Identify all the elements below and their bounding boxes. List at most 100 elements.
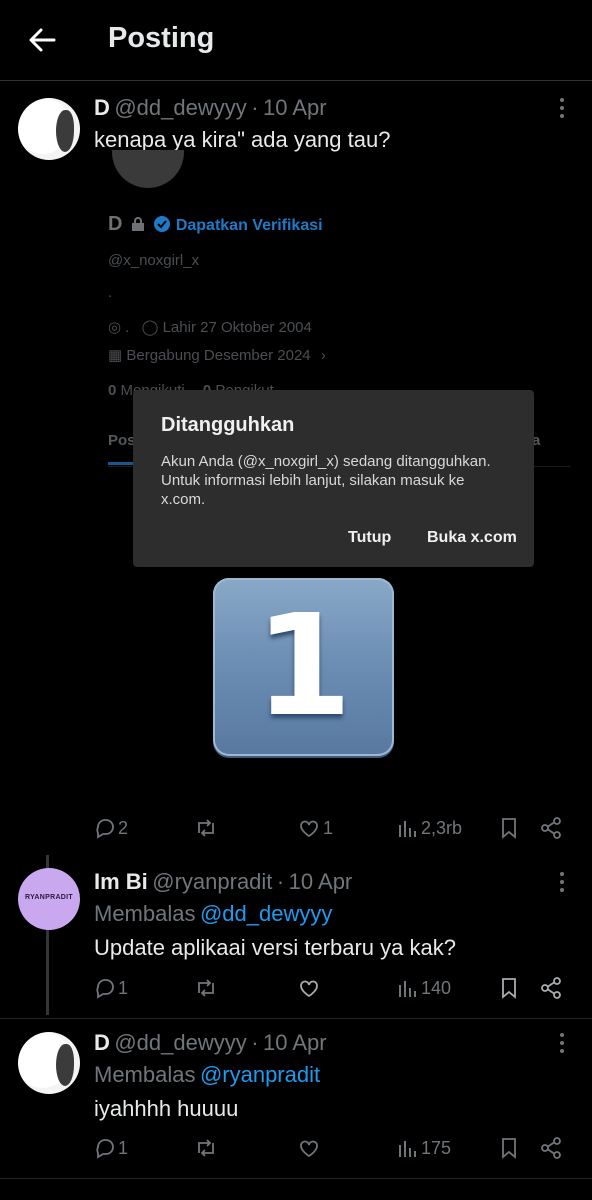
repost-icon (198, 979, 214, 997)
like-button[interactable]: 1 (298, 817, 333, 844)
repost-button[interactable] (194, 977, 218, 1004)
dialog-open-button[interactable]: Buka x.com (427, 529, 517, 547)
repost-icon (198, 1139, 214, 1157)
reply-count: 1 (118, 1138, 129, 1158)
dialog-message: Akun Anda (@x_noxgirl_x) sedang ditanggu… (161, 453, 491, 508)
divider (0, 1018, 592, 1019)
like-button[interactable] (298, 977, 320, 1004)
suspended-dialog: Ditangguhkan Akun Anda (@x_noxgirl_x) se… (133, 390, 534, 567)
verified-badge-icon (153, 215, 171, 238)
chevron-right-icon: › (320, 347, 326, 364)
heart-icon (300, 820, 318, 838)
screenshot-handle: @x_noxgirl_x (108, 252, 200, 269)
reply-button[interactable]: 2 (94, 817, 128, 844)
heart-icon (300, 1140, 318, 1158)
avatar-text: RYANPRADIT (25, 894, 73, 901)
author-handle[interactable]: @dd_dewyyy (114, 1030, 246, 1055)
bookmark-icon[interactable] (500, 817, 518, 844)
reply-author-line: D @dd_dewyyy · 10 Apr (94, 1030, 327, 1056)
screenshot-location: . (125, 319, 130, 336)
avatar[interactable] (18, 98, 80, 160)
like-count: 1 (323, 818, 334, 838)
replying-to-label: Membalas (94, 901, 196, 926)
location-icon: ◎ (108, 319, 122, 336)
dialog-title: Ditangguhkan (161, 414, 295, 436)
views-count: 140 (421, 978, 452, 998)
keycap-one-emoji: 1 (213, 578, 394, 756)
divider (0, 1178, 592, 1179)
replying-to-link[interactable]: @ryanpradit (200, 1062, 320, 1087)
following-count: 0 (108, 382, 117, 396)
reply-count: 1 (118, 978, 129, 998)
calendar-icon: ▦ (108, 347, 123, 364)
replying-to: Membalas @dd_dewyyy (94, 901, 332, 927)
author-handle[interactable]: @dd_dewyyy (114, 95, 246, 120)
screenshot-joined-text: Bergabung Desember 2024 (126, 347, 311, 364)
page-title: Posting (108, 22, 215, 54)
post-action-bar: 1 140 (94, 975, 574, 1003)
reply-icon (96, 979, 114, 999)
post-author-line: D @dd_dewyyy · 10 Apr (94, 95, 327, 121)
more-options-icon[interactable] (552, 96, 572, 120)
bookmark-icon[interactable] (500, 1137, 518, 1164)
more-options-icon[interactable] (552, 1031, 572, 1055)
bookmark-icon[interactable] (500, 977, 518, 1004)
post-action-bar: 1 175 (94, 1135, 574, 1163)
back-arrow-icon[interactable] (24, 22, 60, 58)
views-button[interactable]: 140 (397, 977, 451, 1004)
screenshot-joined: ▦ Bergabung Desember 2024 › (108, 346, 326, 364)
avatar[interactable]: RYANPRADIT (18, 868, 80, 930)
reply-button[interactable]: 1 (94, 1137, 128, 1164)
author-name[interactable]: D (94, 1030, 110, 1055)
avatar[interactable] (18, 1032, 80, 1094)
reply-count: 2 (118, 818, 129, 838)
top-bar: Posting (0, 0, 592, 81)
birthday-icon: ◯ (141, 319, 159, 336)
reply-button[interactable]: 1 (94, 977, 128, 1004)
reply-icon (96, 819, 114, 839)
repost-icon (198, 819, 214, 837)
post-date[interactable]: 10 Apr (289, 869, 353, 894)
dialog-close-button[interactable]: Tutup (348, 529, 391, 547)
share-icon[interactable] (540, 1137, 562, 1164)
like-button[interactable] (298, 1137, 320, 1164)
share-icon[interactable] (540, 977, 562, 1004)
separator: · (251, 95, 259, 120)
author-name[interactable]: Im Bi (94, 869, 148, 894)
post-date[interactable]: 10 Apr (263, 1030, 327, 1055)
views-chart-icon (399, 981, 416, 997)
views-count: 2,3rb (421, 818, 463, 838)
author-handle[interactable]: @ryanpradit (152, 869, 272, 894)
share-icon[interactable] (540, 817, 562, 844)
replying-to: Membalas @ryanpradit (94, 1062, 320, 1088)
lock-icon (131, 216, 145, 237)
views-button[interactable]: 175 (397, 1137, 451, 1164)
post-text: iyahhhh huuuu (94, 1096, 239, 1121)
keycap-number: 1 (254, 585, 353, 748)
views-chart-icon (399, 1141, 416, 1157)
post-action-bar: 2 1 2,3rb (94, 815, 574, 843)
screenshot-location-birth: ◎ . ◯ Lahir 27 Oktober 2004 (108, 318, 312, 336)
replying-to-link[interactable]: @dd_dewyyy (200, 901, 332, 926)
screenshot-avatar (112, 150, 184, 188)
author-name[interactable]: D (94, 95, 110, 120)
screenshot-bio: . (108, 284, 113, 301)
repost-button[interactable] (194, 1137, 218, 1164)
post-text: Update aplikaai versi terbaru ya kak? (94, 935, 456, 960)
get-verified-link: Dapatkan Verifikasi (175, 217, 323, 234)
reply-author-line: Im Bi @ryanpradit · 10 Apr (94, 869, 352, 895)
reply-icon (96, 1139, 114, 1159)
repost-button[interactable] (194, 817, 218, 844)
views-button[interactable]: 2,3rb (397, 817, 462, 844)
views-chart-icon (399, 821, 416, 837)
screenshot-birth: Lahir 27 Oktober 2004 (162, 319, 312, 336)
replying-to-label: Membalas (94, 1062, 196, 1087)
more-options-icon[interactable] (552, 870, 572, 894)
separator: · (276, 869, 285, 894)
post-date[interactable]: 10 Apr (263, 95, 327, 120)
screenshot-name: D (108, 213, 123, 235)
views-count: 175 (421, 1138, 452, 1158)
heart-icon (300, 980, 318, 998)
screenshot-name-line: D Dapatkan Verifikasi (108, 213, 323, 238)
separator: · (251, 1030, 259, 1055)
